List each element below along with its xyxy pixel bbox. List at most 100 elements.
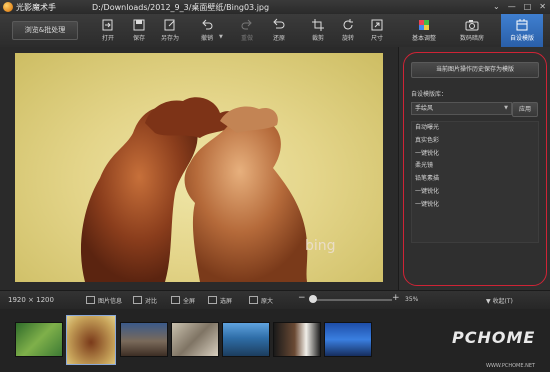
fullscreen-button[interactable]: 全屏 <box>171 296 195 305</box>
rotate-label: 旋转 <box>341 35 354 42</box>
list-item[interactable]: 柔光镜 <box>412 160 538 173</box>
window-controls: ⌄ — □ ✕ <box>493 2 546 11</box>
restore-button[interactable]: 还原 <box>264 17 294 44</box>
tab-basic-adjust-label: 基本调整 <box>411 35 436 42</box>
undo-dropdown-icon[interactable]: ▼ <box>219 34 223 40</box>
title-bar: 光影魔术手 D:/Downloads/2012_9_3/桌面壁纸/Bing03.… <box>0 0 550 15</box>
template-list: 自动曝光 真实色彩 一键锐化 柔光镜 铅笔素描 一键锐化 一键锐化 <box>411 121 539 243</box>
template-library-value: 手绘风 <box>415 105 434 112</box>
restore-label: 还原 <box>272 35 285 42</box>
resize-icon <box>371 19 383 31</box>
select-screen-icon <box>208 296 217 304</box>
save-button[interactable]: 保存 <box>124 17 154 44</box>
list-item[interactable]: 一键锐化 <box>412 199 538 212</box>
status-bar: 1920 × 1200 图片信息 对比 全屏 选屏 原大 − + 35% ▼ 收… <box>0 290 550 310</box>
open-icon <box>102 19 113 31</box>
template-panel: 当前图片操作历史保存为模版 自设模版库： 手绘风 ▼ 应用 自动曝光 真实色彩 … <box>398 47 550 290</box>
menu-dropdown-icon[interactable]: ⌄ <box>493 2 500 11</box>
save-label: 保存 <box>132 35 145 42</box>
redo-button[interactable]: 重做 <box>232 17 262 44</box>
list-item[interactable]: 一键锐化 <box>412 186 538 199</box>
undo-button[interactable]: 撤销 <box>192 17 222 44</box>
save-as-template-button[interactable]: 当前图片操作历史保存为模版 <box>411 62 539 78</box>
apply-button[interactable]: 应用 <box>512 102 538 117</box>
tab-custom-template-label: 自设模版 <box>509 35 534 42</box>
crop-icon <box>312 19 324 31</box>
collapse-label: 收起(T) <box>492 298 513 305</box>
undo-label: 撤销 <box>200 35 213 42</box>
app-logo-icon <box>3 2 13 12</box>
zoom-in-button[interactable]: + <box>392 293 400 303</box>
rotate-icon <box>343 19 353 30</box>
list-item[interactable]: 自动曝光 <box>412 122 538 135</box>
thumbnail[interactable] <box>15 322 63 357</box>
open-label: 打开 <box>101 35 114 42</box>
chevron-down-icon: ▼ <box>504 105 508 111</box>
zoom-slider[interactable] <box>312 299 392 301</box>
redo-label: 重做 <box>240 35 253 42</box>
thumbnail[interactable] <box>324 322 372 357</box>
save-as-button[interactable]: 另存为 <box>155 17 185 44</box>
rotate-button[interactable]: 旋转 <box>333 17 363 44</box>
image-info-button[interactable]: 图片信息 <box>86 296 122 305</box>
bear-photo[interactable]: bing <box>15 53 383 282</box>
template-icon <box>516 19 528 31</box>
zoom-out-button[interactable]: − <box>298 293 306 303</box>
select-screen-button[interactable]: 选屏 <box>208 296 232 305</box>
resize-button[interactable]: 尺寸 <box>362 17 392 44</box>
template-library-select[interactable]: 手绘风 ▼ <box>411 102 512 115</box>
image-info-icon <box>86 296 95 304</box>
file-path: D:/Downloads/2012_9_3/桌面壁纸/Bing03.jpg <box>92 3 270 12</box>
fullscreen-label: 全屏 <box>183 298 196 305</box>
close-button[interactable]: ✕ <box>539 2 546 11</box>
pchome-url: WWW.PCHOME.NET <box>486 363 536 369</box>
fullscreen-icon <box>171 296 180 304</box>
compare-icon <box>133 296 142 304</box>
image-dimensions: 1920 × 1200 <box>8 296 54 304</box>
zoom-level: 35% <box>405 296 419 303</box>
camera-icon <box>465 20 479 31</box>
list-item[interactable]: 铅笔素描 <box>412 173 538 186</box>
highlight-outline: 当前图片操作历史保存为模版 自设模版库： 手绘风 ▼ 应用 自动曝光 真实色彩 … <box>403 52 547 286</box>
template-library-label: 自设模版库： <box>411 91 448 98</box>
original-size-icon <box>249 296 258 304</box>
app-title: 光影魔术手 <box>16 3 56 12</box>
original-size-label: 原大 <box>261 298 274 305</box>
image-canvas: bing <box>0 47 398 290</box>
undo-icon <box>202 19 213 30</box>
thumbnail[interactable] <box>120 322 168 357</box>
image-info-label: 图片信息 <box>98 298 123 305</box>
open-button[interactable]: 打开 <box>93 17 123 44</box>
list-item[interactable]: 一键锐化 <box>412 148 538 161</box>
compare-label: 对比 <box>145 298 158 305</box>
save-icon <box>133 19 145 31</box>
save-as-label: 另存为 <box>160 35 179 42</box>
select-screen-label: 选屏 <box>220 298 233 305</box>
crop-button[interactable]: 裁剪 <box>303 17 333 44</box>
resize-label: 尺寸 <box>370 35 383 42</box>
original-size-button[interactable]: 原大 <box>249 296 273 305</box>
tab-digital-darkroom[interactable]: 数码暗房 <box>452 17 492 44</box>
tab-digital-darkroom-label: 数码暗房 <box>459 35 484 42</box>
zoom-slider-handle[interactable] <box>309 295 317 303</box>
pchome-logo: PCHOME <box>452 328 536 347</box>
thumbnail[interactable] <box>171 322 219 357</box>
bing-watermark: bing <box>305 238 336 254</box>
list-item[interactable]: 真实色彩 <box>412 135 538 148</box>
redo-icon <box>241 19 252 30</box>
restore-icon <box>273 18 285 29</box>
compare-button[interactable]: 对比 <box>133 296 157 305</box>
tab-custom-template[interactable]: 自设模版 <box>501 14 543 47</box>
thumbnail-selected[interactable] <box>66 315 116 365</box>
thumbnail[interactable] <box>222 322 270 357</box>
minimize-button[interactable]: — <box>508 2 516 11</box>
maximize-button[interactable]: □ <box>524 2 532 11</box>
collapse-button[interactable]: ▼ 收起(T) <box>486 296 513 305</box>
browse-batch-button[interactable]: 浏览&批处理 <box>12 21 78 40</box>
crop-label: 裁剪 <box>311 35 324 42</box>
tab-basic-adjust[interactable]: 基本调整 <box>404 17 444 44</box>
palette-icon <box>419 20 429 30</box>
save-as-icon <box>164 19 175 31</box>
toolbar: 浏览&批处理 打开 保存 另存为 撤销 ▼ 重做 还原 裁剪 旋转 尺寸 基本调… <box>0 14 550 48</box>
thumbnail[interactable] <box>273 322 321 357</box>
